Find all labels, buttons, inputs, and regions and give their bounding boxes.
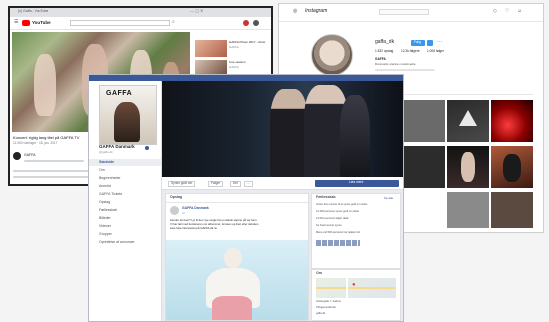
friend-avatars[interactable]: [316, 240, 360, 246]
youtube-header: ☰ YouTube ⌕: [10, 17, 271, 30]
notification-icon[interactable]: [243, 20, 249, 26]
facebook-window: GAFFA GAFFA Danmark @gaffa.dk Startside …: [88, 74, 404, 322]
search-input[interactable]: [70, 20, 170, 26]
suggested-thumbnail[interactable]: [195, 40, 227, 57]
share-button[interactable]: Del: [230, 181, 241, 187]
photo-tile[interactable]: [447, 100, 489, 142]
nav-om[interactable]: Om: [99, 168, 105, 173]
action-bar: Synes godt om Følger Del ... Læs mere: [162, 177, 403, 190]
community-item: 12.346 personer synes godt om dette: [316, 210, 359, 213]
chevron-down-icon[interactable]: [427, 40, 433, 46]
cover-photo[interactable]: [162, 81, 403, 177]
post-author-avatar[interactable]: [170, 206, 179, 215]
suggested-title[interactable]: Live session: [229, 60, 246, 64]
community-item[interactable]: Se hvad venner synes: [316, 224, 342, 228]
nav-reviews[interactable]: Anmeld: [99, 184, 111, 189]
community-card: Fællesskab Se alle Inviter dine venner t…: [311, 193, 401, 269]
instagram-logo[interactable]: Instagram: [305, 8, 327, 15]
camera-icon[interactable]: ◎: [293, 8, 297, 15]
more-button[interactable]: ...: [244, 181, 253, 187]
video-title: Koncert: rigtig lang titel på GAFFA TV: [13, 135, 80, 140]
map-pin-icon: ●: [352, 282, 356, 288]
heart-icon[interactable]: ♡: [505, 8, 509, 15]
photo-tile[interactable]: [403, 146, 445, 188]
video-meta: 11.000 visninger · 18. jan. 2017: [13, 141, 58, 145]
search-input[interactable]: [379, 9, 429, 15]
like-button[interactable]: Synes godt om: [168, 181, 196, 187]
browser-tabbar: (x) Gaffa - YouTube — ▢ ✕: [10, 8, 271, 17]
see-all-link[interactable]: Se alle: [384, 196, 393, 200]
bio-name: GAFFA: [375, 57, 386, 61]
suggested-channel: GAFFA: [229, 45, 239, 49]
profile-icon[interactable]: ☺: [517, 8, 522, 15]
cta-button[interactable]: Læs mere: [315, 179, 399, 187]
photo-tile[interactable]: [491, 192, 533, 228]
channel-avatar[interactable]: [13, 152, 21, 160]
photo-tile[interactable]: [491, 146, 533, 188]
post-time[interactable]: 3 t ·: [182, 211, 187, 215]
profile-username: gaffa_dk: [375, 39, 395, 45]
post-image[interactable]: [166, 240, 308, 320]
nav-startside[interactable]: Startside: [99, 160, 114, 165]
photo-tile[interactable]: [491, 100, 533, 142]
explore-icon[interactable]: ◇: [493, 8, 497, 15]
follow-button[interactable]: Følg: [411, 40, 425, 46]
nav-community[interactable]: Fællesskab: [99, 208, 117, 213]
photo-tile[interactable]: [447, 192, 489, 228]
search-icon[interactable]: ⌕: [172, 19, 175, 26]
browser-tab-title[interactable]: (x) Gaffa - YouTube: [18, 9, 48, 14]
suggested-title[interactable]: GAFFA Prisen 2017 - show: [229, 40, 265, 44]
photo-tile[interactable]: [447, 146, 489, 188]
avatar[interactable]: [253, 20, 259, 26]
about-address[interactable]: Vestergade 7, Aarhus: [316, 300, 341, 304]
community-item: 12.601 personer følger dette: [316, 217, 349, 220]
more-options-icon[interactable]: ···: [437, 39, 442, 46]
profile-picture[interactable]: GAFFA: [99, 85, 157, 145]
youtube-logo-icon[interactable]: [22, 20, 30, 26]
nav-tickets[interactable]: GAFFA Tickets: [99, 192, 122, 197]
about-card: Om ● Vestergade 7, Aarhus Tilbagevendend…: [311, 269, 401, 321]
menu-icon[interactable]: ☰: [14, 19, 18, 26]
window-controls[interactable]: — ▢ ✕: [190, 8, 203, 13]
follow-button[interactable]: Følger: [208, 181, 224, 187]
youtube-logo-text[interactable]: YouTube: [32, 20, 51, 26]
photo-tile[interactable]: [403, 100, 445, 142]
bio-text: Danmarks største musikmedie: [375, 62, 416, 66]
page-handle: @gaffa.dk: [99, 150, 113, 154]
gaffa-logo: GAFFA: [106, 90, 133, 97]
suggested-channel: GAFFA: [229, 65, 239, 69]
instagram-header: ◎ Instagram ◇ ♡ ☺: [279, 4, 543, 22]
community-title: Fællesskab: [316, 195, 336, 199]
community-item: Mere end 500 personer har tjekket ind: [316, 231, 360, 234]
about-item: Tilbagevendende: [316, 306, 336, 309]
nav-ads[interactable]: Oprettelse af annoncer: [99, 240, 135, 245]
community-item[interactable]: Inviter dine venner til at synes godt om…: [316, 203, 367, 207]
profile-avatar[interactable]: [311, 34, 353, 76]
posts-count: 1.532 opslag: [375, 49, 394, 53]
page-sidebar: GAFFA GAFFA Danmark @gaffa.dk Startside …: [89, 81, 162, 321]
nav-events[interactable]: Begivenheder: [99, 176, 121, 181]
post-card: Opslag GAFFA Danmark 3 t · Kender du ham…: [165, 193, 309, 321]
nav-groups[interactable]: Grupper: [99, 232, 112, 237]
channel-name[interactable]: GAFFA: [24, 153, 35, 158]
map[interactable]: ●: [316, 278, 396, 298]
following-count[interactable]: 1.006 følger: [427, 49, 444, 54]
nav-photos[interactable]: Billeder: [99, 216, 111, 221]
verified-icon: [145, 145, 149, 150]
nav-videos[interactable]: Videoer: [99, 224, 111, 229]
about-website[interactable]: gaffa.dk: [316, 312, 325, 316]
nav-posts[interactable]: Opslag: [99, 200, 110, 205]
about-title: Om: [316, 271, 322, 275]
post-text-line: Læs hele interviewet på GAFFA.dk nu.: [170, 226, 218, 230]
post-section-title: Opslag: [170, 195, 183, 199]
followers-count[interactable]: 12,3k følgere: [401, 49, 420, 54]
